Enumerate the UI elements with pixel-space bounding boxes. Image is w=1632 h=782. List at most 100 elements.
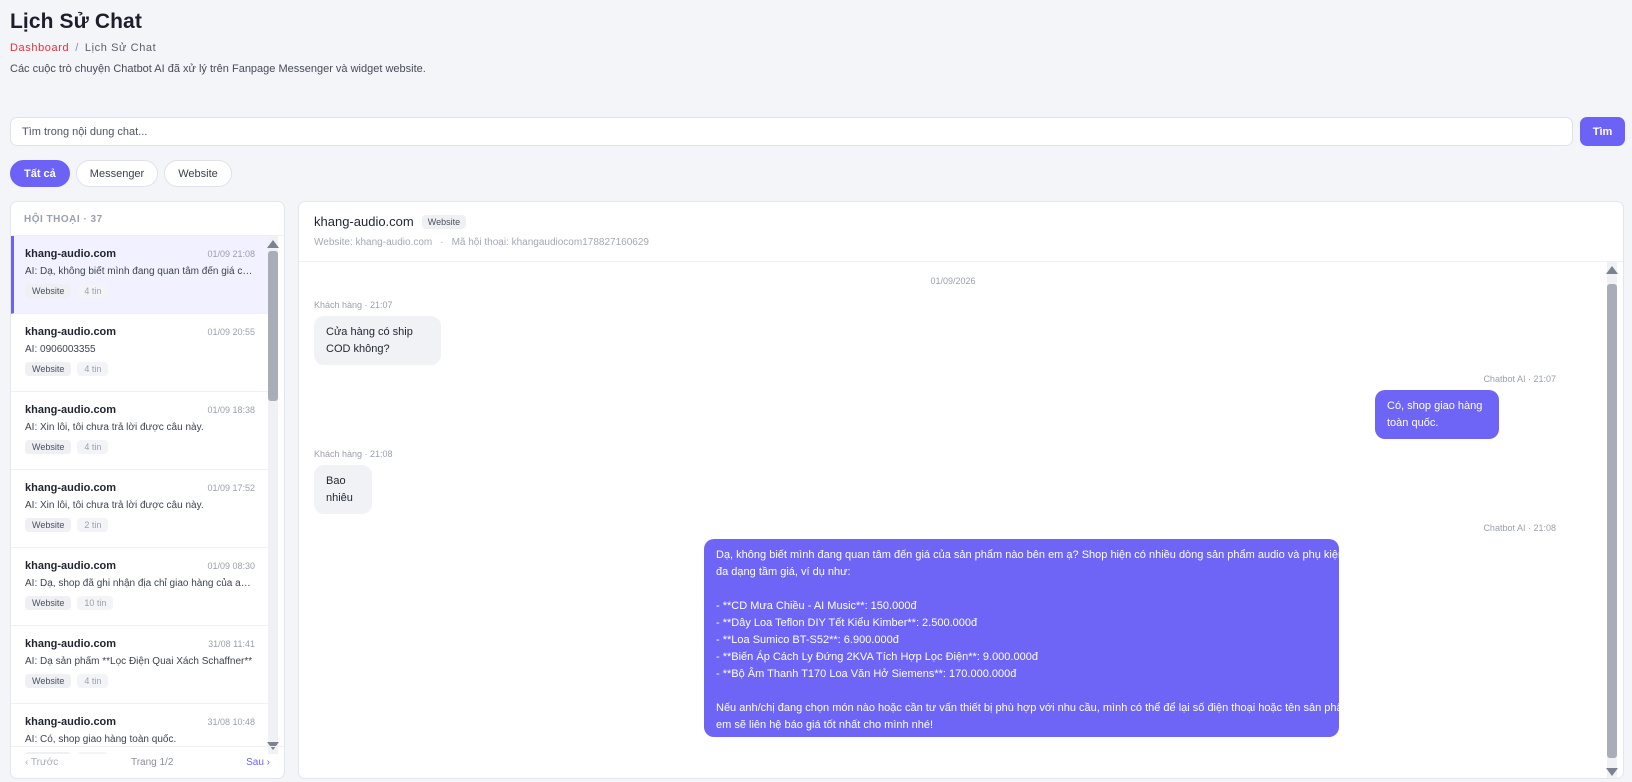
customer-message-bubble: Bao nhiêu	[314, 465, 372, 514]
next-page-link[interactable]: Sau ›	[246, 757, 270, 768]
chat-detail-panel: khang-audio.com Website Website: khang-a…	[298, 201, 1624, 779]
conversation-item[interactable]: khang-audio.com 31/08 11:41 AI: Dạ sản phẩ…	[11, 626, 268, 704]
bot-message-meta: Chatbot AI · 21:07	[1483, 374, 1556, 384]
conversation-source-tag: Website	[25, 518, 72, 532]
source-filter-chips: Tất cả Messenger Website	[10, 160, 232, 187]
page-description: Các cuộc trò chuyện Chatbot AI đã xử lý …	[10, 63, 426, 75]
conversation-name: khang-audio.com	[25, 716, 117, 728]
chat-source-badge: Website	[421, 214, 467, 229]
scroll-down-arrow-icon[interactable]	[1606, 768, 1618, 776]
conversation-count-heading: HỘI THOẠI · 37	[11, 202, 284, 236]
message-line: Dạ, không biết mình đang quan tâm đến gi…	[716, 549, 1363, 561]
customer-message-bubble: Cửa hàng có ship COD không?	[314, 316, 441, 365]
conversation-time: 01/09 18:38	[207, 405, 255, 415]
conversation-source-tag: Website	[25, 440, 72, 454]
conversation-preview: AI: Xin lỗi, tôi chưa trả lời được câu n…	[25, 500, 204, 511]
breadcrumb-current: Lịch Sử Chat	[84, 42, 157, 54]
filter-chip-all[interactable]: Tất cả	[10, 160, 70, 187]
breadcrumb: Dashboard / Lịch Sử Chat	[10, 42, 1622, 54]
message-line: COD không?	[326, 343, 390, 355]
message-line: - **Dây Loa Teflon DIY Tết Kiểu Kimber**…	[716, 617, 978, 629]
breadcrumb-dashboard-link[interactable]: Dashboard	[10, 42, 69, 54]
scroll-up-arrow-icon[interactable]	[267, 240, 279, 248]
conversation-message-count: 4 tin	[77, 284, 109, 298]
conversation-item[interactable]: khang-audio.com 01/09 21:08 AI: Dạ, không …	[11, 236, 268, 314]
conversation-item[interactable]: khang-audio.com 01/09 18:38 AI: Xin lỗi, t…	[11, 392, 268, 470]
conversation-name: khang-audio.com	[25, 482, 117, 494]
conversation-message-count: 2 tin	[77, 518, 109, 532]
message-line: Nếu anh/chị đang chọn món nào hoặc cần t…	[716, 702, 1355, 714]
filter-chip-website[interactable]: Website	[164, 160, 232, 187]
conversation-time: 01/09 17:52	[207, 483, 255, 493]
conversation-time: 31/08 11:41	[208, 639, 255, 649]
chat-header: khang-audio.com Website Website: khang-a…	[299, 202, 1623, 262]
date-separator: 01/09/2026	[930, 276, 976, 286]
conversation-time: 31/08 10:48	[207, 717, 255, 727]
scroll-thumb[interactable]	[1607, 284, 1617, 758]
message-line: toàn quốc.	[1387, 417, 1439, 429]
chat-conversation-id: Mã hội thoại: khangaudiocom178827160629	[451, 237, 649, 248]
message-line	[716, 581, 1327, 598]
message-line: em sẽ liên hệ báo giá tốt nhất cho mình …	[716, 719, 934, 731]
conversation-source-tag: Website	[25, 674, 72, 688]
conversation-time: 01/09 21:08	[207, 249, 255, 259]
conversation-name: khang-audio.com	[25, 248, 117, 260]
conversation-name: khang-audio.com	[25, 560, 117, 572]
customer-message-meta: Khách hàng · 21:08	[314, 449, 393, 459]
message-line: Có, shop giao hàng	[1387, 400, 1483, 412]
page-header: Lịch Sử Chat Dashboard / Lịch Sử Chat Cá…	[10, 10, 1622, 75]
message-thread-scrollbar[interactable]	[1606, 262, 1618, 778]
message-line: đa dạng tầm giá, ví dụ như:	[716, 566, 851, 578]
breadcrumb-separator: /	[75, 42, 79, 54]
conversation-item[interactable]: khang-audio.com 01/09 20:55 AI: 0906003355…	[11, 314, 268, 392]
message-line: nhiêu	[326, 492, 353, 504]
conversation-list: khang-audio.com 01/09 21:08 AI: Dạ, không …	[11, 236, 268, 754]
conversation-message-count: 10 tin	[77, 596, 114, 610]
search-bar: Tìm	[10, 117, 1625, 146]
conversation-preview: AI: Dạ sản phẩm **Lọc Điện Quai Xách Sch…	[25, 656, 253, 667]
chat-meta-separator: ·	[440, 237, 444, 248]
chat-meta: Website: khang-audio.com · Mã hội thoại:…	[314, 237, 1608, 248]
customer-message-meta: Khách hàng · 21:07	[314, 300, 393, 310]
conversation-name: khang-audio.com	[25, 326, 117, 338]
bot-message-meta: Chatbot AI · 21:08	[1483, 523, 1556, 533]
conversation-source-tag: Website	[25, 596, 72, 610]
message-line: - **CD Mưa Chiều - AI Music**: 150.000đ	[716, 600, 917, 612]
conversation-item[interactable]: khang-audio.com 01/09 08:30 AI: Dạ, shop đ…	[11, 548, 268, 626]
conversation-message-count: 4 tin	[77, 362, 109, 376]
conversation-preview: AI: Dạ, shop đã ghi nhận địa chỉ giao hà…	[25, 578, 253, 589]
message-line: - **Biến Áp Cách Ly Đứng 2KVA Tích Hợp L…	[716, 651, 1038, 663]
message-thread: 01/09/2026 Khách hàng · 21:07 Cửa hàng c…	[299, 262, 1607, 778]
bot-message-bubble: Dạ, không biết mình đang quan tâm đến gi…	[704, 539, 1363, 737]
conversation-name: khang-audio.com	[25, 638, 117, 650]
chat-title: khang-audio.com	[314, 214, 414, 229]
conversation-preview: AI: 0906003355	[25, 344, 96, 355]
conversation-message-count: 4 tin	[77, 440, 109, 454]
scroll-up-arrow-icon[interactable]	[1606, 266, 1618, 274]
previous-page-link[interactable]: ‹ Trước	[25, 757, 58, 768]
conversation-name: khang-audio.com	[25, 404, 117, 416]
chat-website: Website: khang-audio.com	[314, 237, 433, 248]
page-title: Lịch Sử Chat	[10, 10, 142, 33]
conversation-pagination: ‹ Trước Trang 1/2 Sau ›	[11, 746, 284, 778]
bot-message-bubble: Có, shop giao hàng toàn quốc.	[1375, 390, 1499, 439]
message-line: - **Bộ Âm Thanh T170 Loa Văn Hở Siemens*…	[716, 668, 1017, 680]
conversation-list-scrollbar[interactable]	[267, 236, 279, 754]
conversation-source-tag: Website	[25, 362, 72, 376]
scroll-thumb[interactable]	[268, 251, 278, 401]
search-button[interactable]: Tìm	[1580, 117, 1625, 146]
filter-chip-messenger[interactable]: Messenger	[75, 160, 159, 187]
message-line: Bao	[326, 475, 346, 487]
message-line: Cửa hàng có ship	[326, 326, 413, 338]
conversation-source-tag: Website	[25, 284, 72, 298]
conversation-item[interactable]: khang-audio.com 01/09 17:52 AI: Xin lỗi, t…	[11, 470, 268, 548]
search-input[interactable]	[10, 117, 1573, 146]
message-line	[716, 683, 1327, 700]
conversation-panel: HỘI THOẠI · 37 khang-audio.com 01/09 21:0…	[10, 201, 285, 779]
conversation-time: 01/09 20:55	[207, 327, 255, 337]
conversation-time: 01/09 08:30	[207, 561, 255, 571]
page-indicator: Trang 1/2	[130, 757, 174, 768]
message-line: - **Loa Sumico BT-S52**: 6.900.000đ	[716, 634, 899, 646]
conversation-preview: AI: Dạ, không biết mình đang quan tâm đế…	[25, 266, 253, 277]
conversation-message-count: 4 tin	[77, 674, 109, 688]
